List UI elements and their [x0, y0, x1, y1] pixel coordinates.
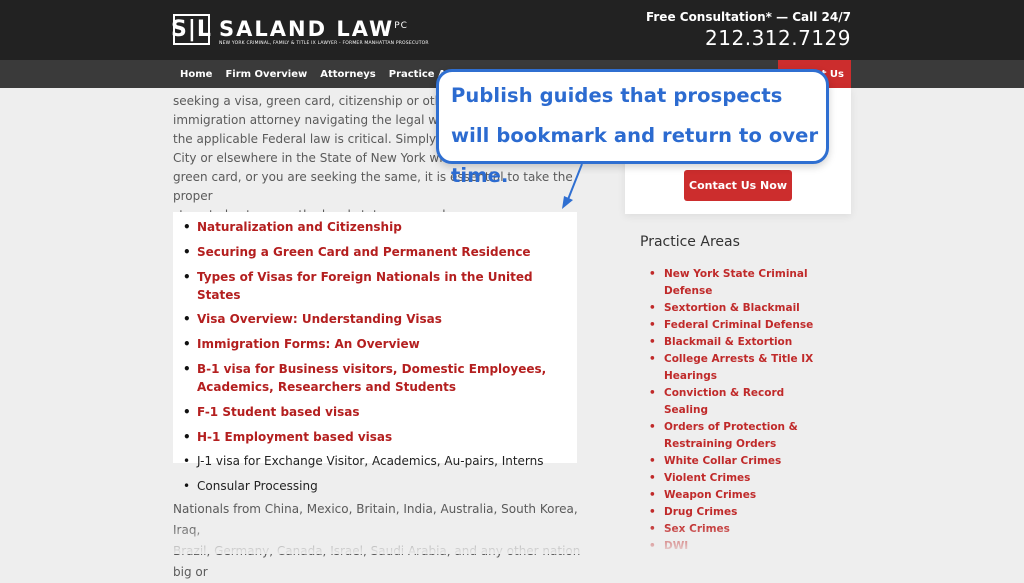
guide-list: Naturalization and Citizenship Securing …: [181, 218, 567, 495]
guide-link-naturalization[interactable]: Naturalization and Citizenship: [181, 218, 567, 236]
practice-area-link[interactable]: Weapon Crimes: [649, 487, 824, 504]
practice-area-link[interactable]: Blackmail & Extortion: [649, 334, 824, 351]
guide-link-h1-visa[interactable]: H-1 Employment based visas: [181, 428, 567, 446]
outro-line: Brazil, Germany, Canada, Israel, Saudi A…: [173, 544, 581, 579]
phone-number[interactable]: 212.312.7129: [705, 26, 851, 50]
practice-area-link[interactable]: Drug Crimes: [649, 504, 824, 521]
logo-suffix: PC: [394, 21, 408, 31]
practice-area-link[interactable]: New York State Criminal Defense: [649, 266, 824, 300]
practice-area-link[interactable]: DWI: [649, 538, 824, 555]
practice-area-link[interactable]: Orders of Protection & Restraining Order…: [649, 419, 824, 453]
site-logo[interactable]: S|L SALAND LAWPC NEW YORK CRIMINAL, FAMI…: [171, 14, 429, 47]
site-header: S|L SALAND LAWPC NEW YORK CRIMINAL, FAMI…: [0, 0, 1024, 60]
guide-list-card: Naturalization and Citizenship Securing …: [173, 212, 577, 495]
practice-area-link[interactable]: Federal Criminal Defense: [649, 317, 824, 334]
consultation-label: Free Consultation* — Call 24/7: [645, 10, 851, 24]
guide-link-f1-visa[interactable]: F-1 Student based visas: [181, 403, 567, 421]
guide-link-b1-visa[interactable]: B-1 visa for Business visitors, Domestic…: [181, 360, 567, 396]
practice-area-link[interactable]: Sex Crimes: [649, 521, 824, 538]
logo-name: SALAND LAWPC: [219, 14, 429, 41]
nav-item-firm-overview[interactable]: Firm Overview: [225, 69, 307, 80]
practice-area-link[interactable]: College Arrests & Title IX Hearings: [649, 351, 824, 385]
practice-areas-title: Practice Areas: [640, 234, 740, 250]
article-outro: Nationals from China, Mexico, Britain, I…: [173, 499, 583, 583]
callout-text: Publish guides that prospects will bookm…: [451, 84, 819, 187]
callout-arrow-icon: [562, 163, 583, 209]
logo-name-text: SALAND LAW: [219, 17, 395, 41]
logo-text: SALAND LAWPC NEW YORK CRIMINAL, FAMILY &…: [219, 14, 429, 47]
outro-line: Nationals from China, Mexico, Britain, I…: [173, 502, 578, 537]
nav-item-home[interactable]: Home: [180, 69, 212, 80]
guide-link-visa-types[interactable]: Types of Visas for Foreign Nationals in …: [181, 268, 567, 304]
guide-link-visa-overview[interactable]: Visa Overview: Understanding Visas: [181, 310, 567, 328]
guide-item-consular-processing: Consular Processing: [181, 477, 567, 495]
nav-items: Home Firm Overview Attorneys Practice Ar…: [180, 60, 470, 88]
guide-item-j1-visa: J-1 visa for Exchange Visitor, Academics…: [181, 452, 567, 470]
practice-area-link[interactable]: Conviction & Record Sealing: [649, 385, 824, 419]
nav-item-attorneys[interactable]: Attorneys: [320, 69, 375, 80]
practice-area-link[interactable]: White Collar Crimes: [649, 453, 824, 470]
guide-link-green-card[interactable]: Securing a Green Card and Permanent Resi…: [181, 243, 567, 261]
logo-tagline: NEW YORK CRIMINAL, FAMILY & TITLE IX LAW…: [219, 41, 429, 46]
practice-areas-list: New York State Criminal Defense Sextorti…: [649, 266, 824, 555]
guide-link-immigration-forms[interactable]: Immigration Forms: An Overview: [181, 335, 567, 353]
practice-area-link[interactable]: Sextortion & Blackmail: [649, 300, 824, 317]
logo-monogram: S|L: [171, 14, 211, 45]
practice-area-link[interactable]: Violent Crimes: [649, 470, 824, 487]
annotation-callout: Publish guides that prospects will bookm…: [436, 69, 829, 187]
